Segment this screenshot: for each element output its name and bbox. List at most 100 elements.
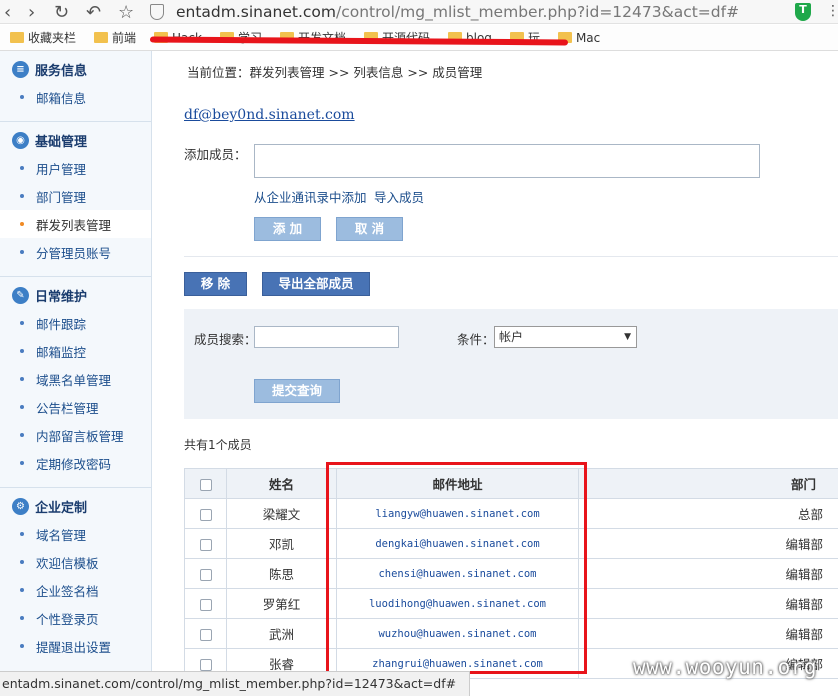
condition-select[interactable]: 帐户 ▼ — [494, 326, 637, 348]
sidebar-item[interactable]: 企业签名档 — [0, 576, 151, 604]
member-email: wuzhou@huawen.sinanet.com — [336, 618, 579, 649]
main-content: 当前位置：群发列表管理 >> 列表信息 >> 成员管理 df@bey0nd.si… — [153, 51, 838, 679]
row-checkbox[interactable] — [199, 598, 212, 611]
row-checkbox[interactable] — [199, 538, 212, 551]
sidebar-section-title[interactable]: ✎ 日常维护 — [0, 281, 151, 309]
checkbox-cell — [184, 558, 227, 589]
bullet-icon — [20, 405, 24, 409]
bullet-icon — [20, 644, 24, 648]
table-row: 邓凯 dengkai@huawen.sinanet.com 编辑部 — [184, 528, 838, 559]
member-name: 罗第红 — [226, 588, 337, 619]
bookmark-label: 收藏夹栏 — [28, 31, 77, 45]
extension-icon[interactable]: T — [795, 3, 811, 21]
sidebar-item-label: 用户管理 — [36, 161, 87, 177]
status-bar: entadm.sinanet.com/control/mg_mlist_memb… — [0, 671, 470, 696]
bullet-icon — [20, 616, 24, 620]
checkbox-cell — [184, 498, 227, 529]
bullet-icon — [20, 222, 24, 226]
sidebar-divider — [0, 487, 151, 488]
add-from-directory-link[interactable]: 从企业通讯录中添加 — [254, 187, 367, 206]
shield-icon — [150, 4, 164, 20]
member-search-input[interactable] — [254, 326, 399, 348]
list-icon: ≡ — [12, 60, 29, 78]
add-button[interactable]: 添 加 — [254, 217, 321, 241]
undo-icon[interactable]: ↶ — [86, 2, 101, 23]
sidebar-item[interactable]: 公告栏管理 — [0, 393, 151, 421]
refresh-icon[interactable]: ↻ — [54, 2, 69, 23]
sidebar-item[interactable]: 定期修改密码 — [0, 449, 151, 477]
add-member-input[interactable] — [254, 144, 760, 178]
sidebar-section-label: 日常维护 — [35, 289, 88, 305]
bullet-icon — [20, 95, 24, 99]
submit-query-button[interactable]: 提交查询 — [254, 379, 340, 403]
row-checkbox[interactable] — [199, 658, 212, 671]
sidebar-section-label: 基础管理 — [35, 134, 88, 150]
sidebar-section-title[interactable]: ≡ 服务信息 — [0, 55, 151, 83]
select-all-checkbox[interactable] — [199, 478, 212, 491]
sidebar-item[interactable]: 内部留言板管理 — [0, 421, 151, 449]
sidebar-item[interactable]: 欢迎信模板 — [0, 548, 151, 576]
sidebar-section-title[interactable]: ⚙ 企业定制 — [0, 492, 151, 520]
export-all-button[interactable]: 导出全部成员 — [262, 272, 370, 296]
sidebar-divider — [0, 276, 151, 277]
add-member-label: 添加成员： — [184, 147, 247, 162]
sidebar-item[interactable]: 分管理员账号 — [0, 238, 151, 266]
address-bar[interactable]: entadm.sinanet.com/control/mg_mlist_memb… — [150, 0, 790, 24]
sidebar-item[interactable]: 用户管理 — [0, 154, 151, 182]
row-checkbox[interactable] — [199, 568, 212, 581]
sidebar-item[interactable]: 邮件跟踪 — [0, 309, 151, 337]
bullet-icon — [20, 349, 24, 353]
group-email-link[interactable]: df@bey0nd.sinanet.com — [184, 107, 355, 123]
member-email: dengkai@huawen.sinanet.com — [336, 528, 579, 559]
sidebar-section-label: 企业定制 — [35, 500, 88, 516]
watermark: www.wooyun.org — [633, 655, 818, 679]
sidebar-item[interactable]: 提醒退出设置 — [0, 632, 151, 660]
table-row: 罗第红 luodihong@huawen.sinanet.com 编辑部 — [184, 588, 838, 619]
sidebar-item[interactable]: 域名管理 — [0, 520, 151, 548]
bookmark-item[interactable]: 收藏夹栏 — [10, 29, 76, 46]
wrench-icon: ✎ — [12, 286, 29, 304]
sidebar-section-title[interactable]: ◉ 基础管理 — [0, 126, 151, 154]
sidebar-section-label: 服务信息 — [35, 63, 88, 79]
sidebar-item[interactable]: 邮箱监控 — [0, 337, 151, 365]
member-email: luodihong@huawen.sinanet.com — [336, 588, 579, 619]
row-checkbox[interactable] — [199, 628, 212, 641]
member-dept: 编辑部 — [578, 618, 838, 649]
bullet-icon — [20, 588, 24, 592]
sidebar-item-label: 个性登录页 — [36, 611, 99, 627]
sidebar-item[interactable]: 域黑名单管理 — [0, 365, 151, 393]
back-icon[interactable]: ‹ — [4, 2, 11, 23]
sidebar-divider — [0, 121, 151, 122]
cancel-button[interactable]: 取 消 — [336, 217, 403, 241]
member-dept: 编辑部 — [578, 588, 838, 619]
remove-button[interactable]: 移 除 — [184, 272, 247, 296]
bookmark-item[interactable]: 前端 — [94, 29, 136, 46]
select-all-cell — [184, 468, 227, 499]
bullet-icon — [20, 321, 24, 325]
breadcrumb: 当前位置：群发列表管理 >> 列表信息 >> 成员管理 — [187, 65, 483, 80]
row-checkbox[interactable] — [199, 508, 212, 521]
table-row: 陈思 chensi@huawen.sinanet.com 编辑部 — [184, 558, 838, 589]
member-table: 姓名 邮件地址 部门 梁耀文 liangyw@huawen.sinanet.com… — [184, 468, 838, 679]
folder-icon — [94, 32, 109, 43]
star-icon[interactable]: ☆ — [118, 2, 134, 23]
forward-icon[interactable]: › — [28, 2, 35, 23]
checkbox-cell — [184, 588, 227, 619]
sidebar-item[interactable]: 个性登录页 — [0, 604, 151, 632]
condition-value: 帐户 — [499, 330, 524, 344]
bullet-icon — [20, 433, 24, 437]
sidebar-item-label: 分管理员账号 — [36, 245, 112, 261]
bookmark-label: 前端 — [112, 31, 137, 45]
sidebar-item-label: 提醒退出设置 — [36, 639, 112, 655]
sidebar-item-label: 域黑名单管理 — [36, 372, 112, 388]
bullet-icon — [20, 250, 24, 254]
member-email: chensi@huawen.sinanet.com — [336, 558, 579, 589]
sidebar-item-label: 定期修改密码 — [36, 456, 112, 472]
sidebar-item[interactable]: 邮箱信息 — [0, 83, 151, 111]
import-members-link[interactable]: 导入成员 — [374, 187, 424, 206]
sidebar-item[interactable]: 部门管理 — [0, 182, 151, 210]
menu-icon[interactable]: ⋮ — [826, 3, 838, 19]
sidebar-item[interactable]: 群发列表管理 — [0, 210, 151, 238]
table-row: 武洲 wuzhou@huawen.sinanet.com 编辑部 — [184, 618, 838, 649]
sidebar-item-label: 邮件跟踪 — [36, 316, 87, 332]
